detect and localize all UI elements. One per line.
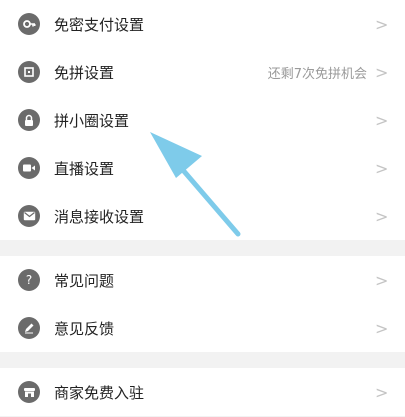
chevron-right-icon: > bbox=[375, 270, 389, 290]
video-icon bbox=[18, 157, 40, 179]
settings-group-2: ? 常见问题 > 意见反馈 > bbox=[0, 256, 405, 352]
chevron-right-icon: > bbox=[375, 158, 389, 178]
menu-item-live-settings[interactable]: 直播设置 > bbox=[0, 144, 405, 192]
chevron-right-icon: > bbox=[375, 110, 389, 130]
section-divider bbox=[0, 352, 405, 368]
menu-item-faq[interactable]: ? 常见问题 > bbox=[0, 256, 405, 304]
settings-group-3: 商家免费入驻 > bbox=[0, 368, 405, 416]
chevron-right-icon: > bbox=[375, 62, 389, 82]
pencil-icon bbox=[18, 317, 40, 339]
store-icon bbox=[18, 381, 40, 403]
remaining-skips-value: 还剩7次免拼机会 bbox=[267, 66, 367, 82]
question-icon: ? bbox=[18, 269, 40, 291]
menu-item-label: 免密支付设置 bbox=[54, 15, 145, 34]
key-icon bbox=[18, 13, 40, 35]
menu-item-merchant-join[interactable]: 商家免费入驻 > bbox=[0, 368, 405, 416]
menu-item-skip-group-buy[interactable]: 免拼设置 还剩7次免拼机会 > bbox=[0, 48, 405, 96]
settings-group-1: 免密支付设置 > 免拼设置 还剩7次免拼机会 > 拼小圈设置 > 直播设置 > … bbox=[0, 0, 405, 240]
section-divider bbox=[0, 240, 405, 256]
menu-item-label: 商家免费入驻 bbox=[54, 383, 145, 402]
coupon-icon bbox=[18, 61, 40, 83]
chevron-right-icon: > bbox=[375, 318, 389, 338]
menu-item-pinxiaoquan-settings[interactable]: 拼小圈设置 > bbox=[0, 96, 405, 144]
menu-item-label: 直播设置 bbox=[54, 159, 115, 178]
menu-item-label: 消息接收设置 bbox=[54, 207, 145, 226]
chevron-right-icon: > bbox=[375, 14, 389, 34]
mail-icon bbox=[18, 205, 40, 227]
lock-icon bbox=[18, 109, 40, 131]
chevron-right-icon: > bbox=[375, 206, 389, 226]
menu-item-label: 免拼设置 bbox=[54, 63, 115, 82]
menu-item-label: 意见反馈 bbox=[54, 319, 115, 338]
menu-item-feedback[interactable]: 意见反馈 > bbox=[0, 304, 405, 352]
menu-item-label: 拼小圈设置 bbox=[54, 111, 130, 130]
menu-item-password-free-payment[interactable]: 免密支付设置 > bbox=[0, 0, 405, 48]
menu-item-message-settings[interactable]: 消息接收设置 > bbox=[0, 192, 405, 240]
chevron-right-icon: > bbox=[375, 382, 389, 402]
menu-item-label: 常见问题 bbox=[54, 271, 115, 290]
